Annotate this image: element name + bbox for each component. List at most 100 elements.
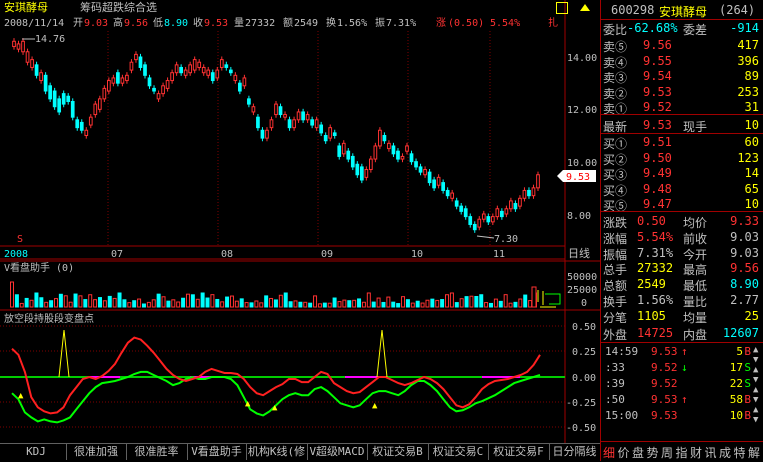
tick-time: 15:00	[605, 409, 639, 422]
bid-label: 买①	[603, 137, 628, 151]
stat-value: 1.56%	[637, 293, 674, 307]
volume-bar	[401, 296, 406, 308]
candle-body	[463, 208, 468, 218]
candle-body	[256, 116, 260, 129]
quote-tab[interactable]: 财	[690, 444, 704, 461]
candle-body	[472, 223, 477, 231]
candle-body	[79, 121, 84, 131]
ask-volume: 253	[737, 84, 759, 99]
osc-tick: 0.50	[572, 322, 596, 333]
bid-label: 买②	[603, 152, 628, 167]
volume-bar	[303, 301, 308, 308]
tab-qzjyc[interactable]: 权证交易C	[428, 443, 489, 460]
volume-bar	[288, 301, 293, 308]
candle-body	[436, 176, 441, 186]
volume-bar	[489, 302, 494, 308]
tab-hzsl[interactable]: 很准胜率	[126, 443, 188, 460]
quote-tab[interactable]: 盘	[632, 444, 646, 461]
tick-time: 14:59	[605, 345, 639, 358]
stat-value: 25	[744, 308, 759, 323]
candle-body	[242, 77, 247, 87]
quote-tab[interactable]: 指	[676, 444, 690, 461]
candle-body	[174, 64, 179, 74]
candle-body	[233, 74, 238, 82]
svg-text:9.53: 9.53	[566, 172, 590, 183]
volume-bar	[102, 300, 107, 308]
volume-bar	[151, 299, 156, 308]
volume-bar	[386, 296, 391, 308]
tab-kdj[interactable]: KDJ	[6, 443, 67, 460]
volume-bar	[503, 294, 508, 308]
stat-value: 9.33	[730, 214, 759, 228]
volume-bar	[396, 303, 401, 308]
volume-bar	[513, 301, 518, 308]
volume-bar	[361, 301, 366, 308]
tab-qzjyb[interactable]: 权证交易B	[367, 443, 429, 460]
candle-body	[39, 72, 43, 82]
volume-bar	[313, 295, 318, 308]
stat-row: 分笔 1105 均量 25	[601, 308, 763, 325]
volume-bar	[161, 296, 166, 308]
volume-bar	[93, 299, 98, 308]
osc-arrow-icon: ▲	[372, 401, 378, 411]
volume-bar	[78, 295, 83, 308]
quote-tab[interactable]: 讯	[705, 444, 719, 461]
tab-jgkx[interactable]: 机构K线(修	[246, 443, 308, 460]
chart-area[interactable]: 安琪酵母 筹码超跌综合选 2008/11/14 开 9.03 高 9.56 低 …	[0, 0, 601, 462]
candle-body	[450, 192, 455, 199]
osc-spike	[376, 329, 388, 378]
candle-body	[192, 59, 197, 71]
candle-body	[88, 116, 93, 126]
volume-bar	[68, 301, 73, 308]
candle-body	[30, 59, 34, 68]
candle-body	[129, 61, 134, 71]
candle-body	[509, 200, 513, 210]
candle-body	[504, 208, 509, 215]
tick-volume: 58	[729, 393, 743, 406]
lock-icon[interactable]	[556, 2, 568, 14]
candle-body	[247, 98, 251, 105]
candle-body	[355, 163, 360, 176]
quote-tab[interactable]: 势	[647, 444, 661, 461]
volume-bar	[317, 303, 322, 308]
tick-row: 14:59 9.53 ↑ 5 B	[601, 345, 763, 360]
candle-body	[477, 218, 482, 228]
scroll-arrows[interactable]: ▲ ▼ ▲ ▼ ▲ ▼ ▲ ▼	[753, 345, 763, 427]
quote-stock-name: 安琪酵母	[659, 5, 708, 19]
volume-bar	[88, 294, 93, 308]
stat-row: 涨幅 5.54% 前收 9.03	[601, 230, 763, 246]
quote-tab[interactable]: 成	[719, 444, 733, 461]
quote-bottom-tabs: 细价盘势周指财讯成特解	[601, 441, 763, 462]
ask-row: 卖③ 9.54 89	[601, 69, 763, 85]
tab-qzjyf[interactable]: 权证交易F	[488, 443, 550, 460]
candle-body	[16, 43, 21, 50]
volume-bar	[322, 302, 327, 308]
candle-body	[396, 150, 400, 160]
quote-tab[interactable]: 解	[748, 444, 762, 461]
quote-tab[interactable]: 价	[618, 444, 632, 461]
s-marker: S	[17, 234, 23, 245]
ask-label: 卖②	[603, 86, 628, 101]
tab-vkp[interactable]: V看盘助手	[187, 443, 247, 460]
scroll-up-icon[interactable]	[580, 4, 590, 11]
quote-tab[interactable]: 特	[734, 444, 748, 461]
volume-bar	[200, 292, 205, 308]
tab-hzjq[interactable]: 很准加强	[66, 443, 127, 460]
candle-body	[215, 69, 220, 79]
quote-tab[interactable]: 细	[603, 444, 617, 461]
candle-body	[274, 103, 278, 116]
chart-canvas[interactable]: 14.00 12.00 10.00 8.00 9.53 14.76 7.30 S…	[0, 0, 600, 443]
quote-tab[interactable]: 周	[661, 444, 675, 461]
inner-label: 内盘	[683, 328, 708, 342]
current-price-tag: 9.53	[557, 170, 596, 183]
volume-bar	[215, 298, 220, 308]
month-label: 08	[221, 249, 233, 260]
tab-rfgx[interactable]: 日分隔线	[549, 443, 601, 460]
quote-num: (264)	[719, 3, 756, 17]
tab-vmacd[interactable]: V超级MACD	[307, 443, 368, 460]
candle-body	[206, 69, 211, 76]
candle-body	[66, 95, 71, 102]
volume-bar	[474, 295, 479, 308]
candle-body	[138, 56, 143, 68]
volume-bar	[415, 300, 420, 308]
